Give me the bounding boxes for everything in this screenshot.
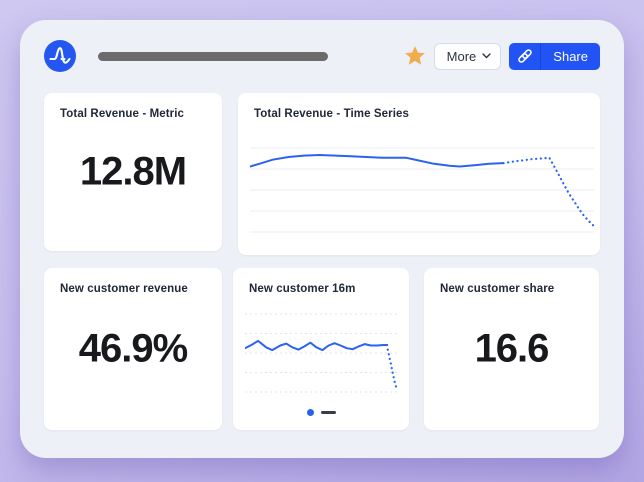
- card-new-customer-16m[interactable]: New customer 16m: [233, 268, 409, 430]
- chevron-down-icon: [482, 53, 491, 59]
- wave-glyph: [44, 40, 76, 72]
- card-title: Total Revenue - Metric: [60, 108, 184, 120]
- link-icon[interactable]: [509, 43, 541, 70]
- metric-value: 12.8M: [44, 150, 222, 195]
- card-title: Total Revenue - Time Series: [254, 108, 409, 120]
- card-title: New customer share: [440, 283, 554, 295]
- card-title: New customer revenue: [60, 283, 188, 295]
- card-total-revenue-metric[interactable]: Total Revenue - Metric 12.8M: [44, 93, 222, 251]
- carousel-dot-active[interactable]: [307, 409, 314, 416]
- card-new-customer-share[interactable]: New customer share 16.6: [424, 268, 599, 430]
- metric-value: 16.6: [424, 327, 599, 372]
- mini-line-chart[interactable]: [245, 305, 397, 402]
- time-series-chart[interactable]: [250, 138, 594, 238]
- title-placeholder-bar: [98, 52, 328, 61]
- more-button[interactable]: More: [434, 43, 502, 70]
- dashboard-panel: More Share Total Revenue - Metric 12.8M …: [20, 20, 624, 458]
- star-icon[interactable]: [404, 45, 426, 67]
- card-title: New customer 16m: [249, 283, 355, 295]
- card-new-customer-revenue[interactable]: New customer revenue 46.9%: [44, 268, 222, 430]
- share-button-label: Share: [541, 43, 600, 70]
- card-total-revenue-time-series[interactable]: Total Revenue - Time Series: [238, 93, 600, 255]
- metric-value: 46.9%: [44, 327, 222, 372]
- header: More Share: [44, 38, 600, 74]
- carousel-dash[interactable]: [321, 411, 336, 414]
- share-button[interactable]: Share: [509, 43, 600, 70]
- carousel-indicators: [233, 405, 409, 419]
- more-button-label: More: [447, 49, 477, 64]
- amplitude-logo-icon[interactable]: [44, 40, 76, 72]
